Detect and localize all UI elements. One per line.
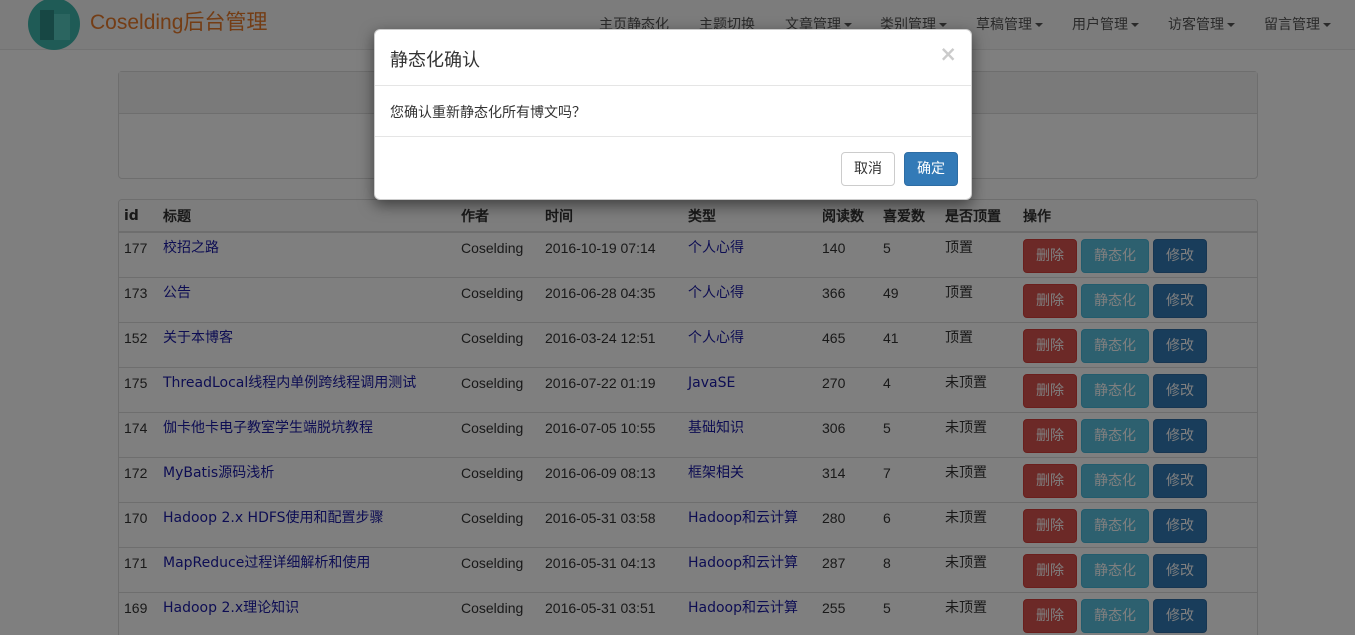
cancel-button[interactable]: 取消 <box>841 152 895 186</box>
modal-footer: 取消 确定 <box>375 137 971 199</box>
modal-title: 静态化确认 <box>390 50 480 71</box>
confirm-button[interactable]: 确定 <box>904 152 958 186</box>
close-icon[interactable]: × <box>939 42 957 66</box>
modal-message: 您确认重新静态化所有博文吗？ <box>390 105 586 121</box>
modal-body: 您确认重新静态化所有博文吗？ <box>375 86 971 137</box>
confirm-modal: 静态化确认 × 您确认重新静态化所有博文吗？ 取消 确定 <box>374 29 972 200</box>
modal-header: 静态化确认 × <box>375 30 971 86</box>
